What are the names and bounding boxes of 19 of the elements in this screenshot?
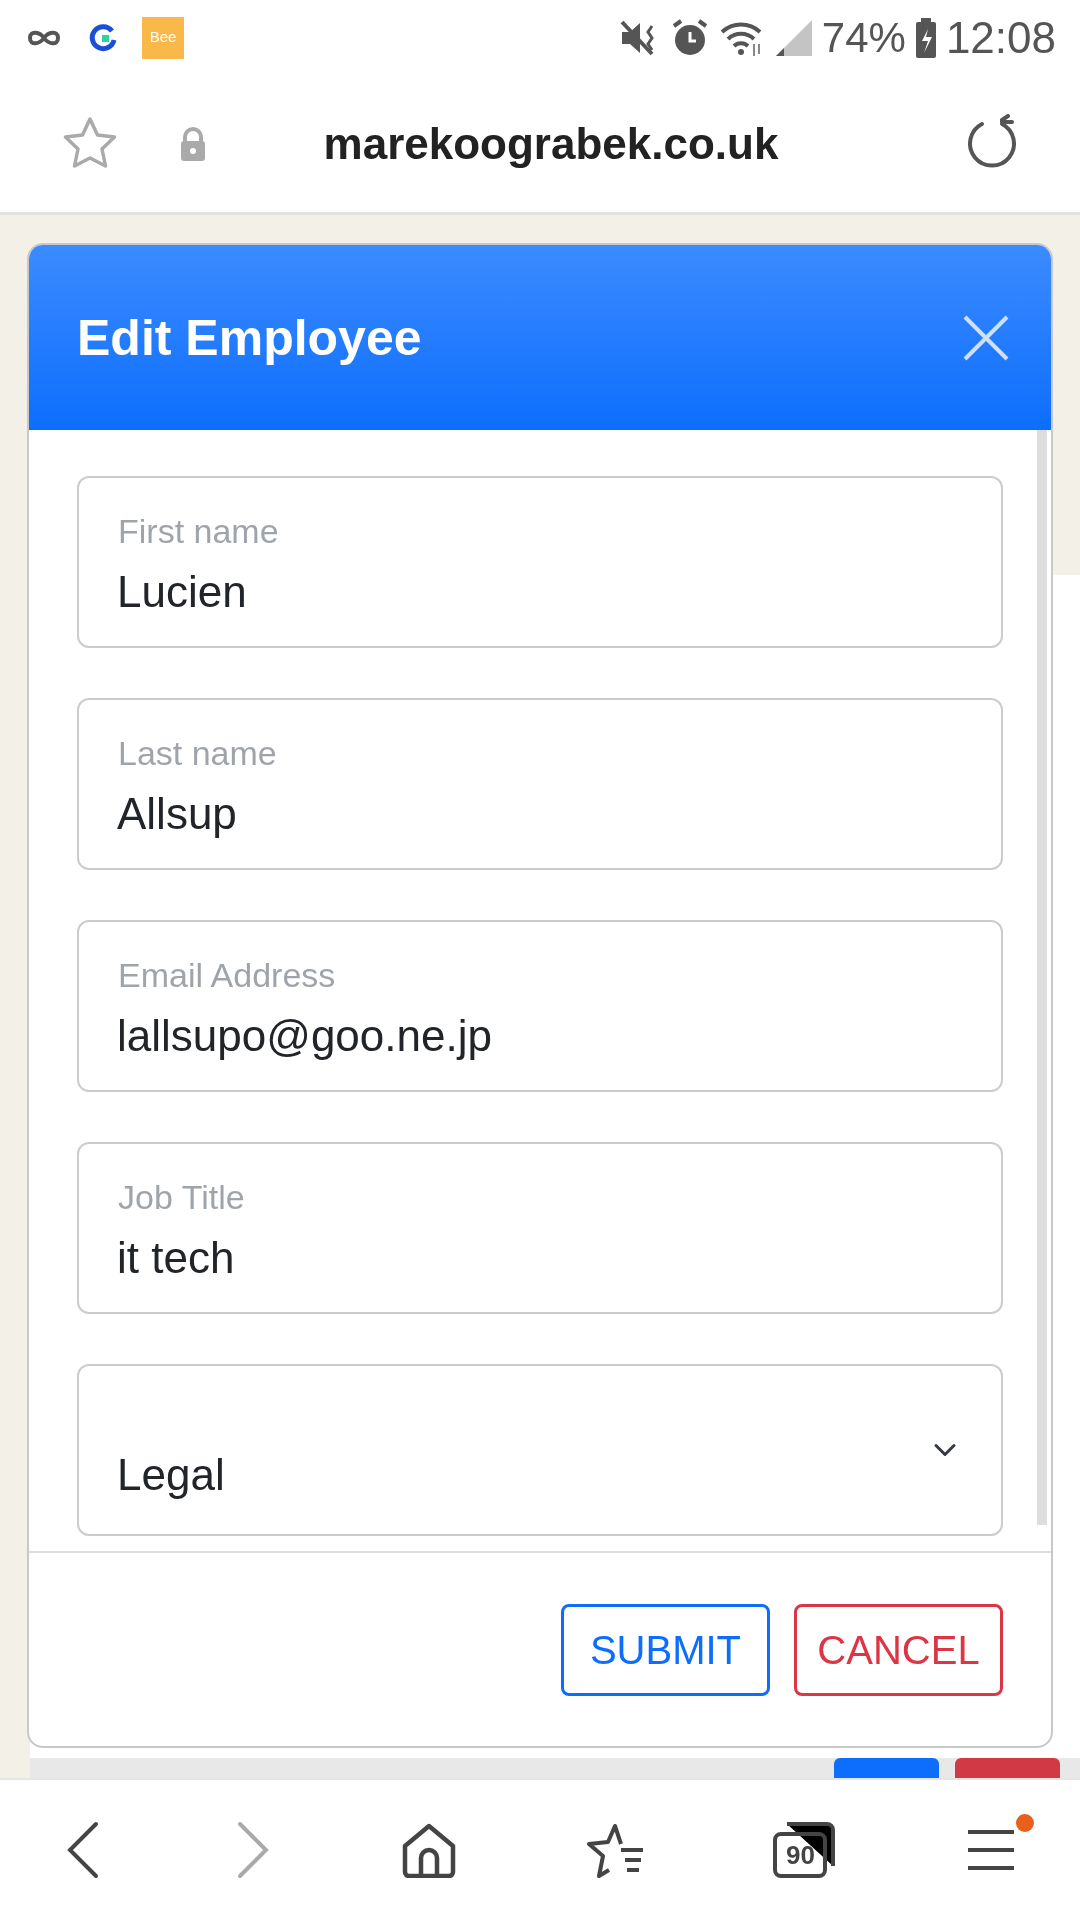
app-badge: Bee <box>142 16 184 59</box>
field-label: Job Title <box>117 1177 246 1218</box>
dropdown-field[interactable]: Legal <box>77 1364 1003 1536</box>
battery-percentage: 74% <box>821 13 906 63</box>
field-label: Last name <box>117 733 278 774</box>
field-label: Email Address <box>117 955 337 996</box>
bookmarks-icon[interactable] <box>585 1822 646 1878</box>
submit-button[interactable]: SUBMIT <box>561 1603 770 1696</box>
menu-icon[interactable] <box>965 1828 1016 1872</box>
cancel-button[interactable]: CANCEL <box>794 1603 1003 1696</box>
scrollbar[interactable] <box>1037 430 1047 1525</box>
home-icon[interactable] <box>400 1822 457 1878</box>
clock-time: 12:08 <box>945 11 1056 64</box>
tab-count: 90 <box>785 1839 816 1871</box>
battery-icon <box>913 16 938 59</box>
modal-title: Edit Employee <box>77 308 422 368</box>
ring-icon <box>88 22 118 53</box>
field-label: First name <box>117 511 280 552</box>
lock-icon <box>178 125 208 162</box>
